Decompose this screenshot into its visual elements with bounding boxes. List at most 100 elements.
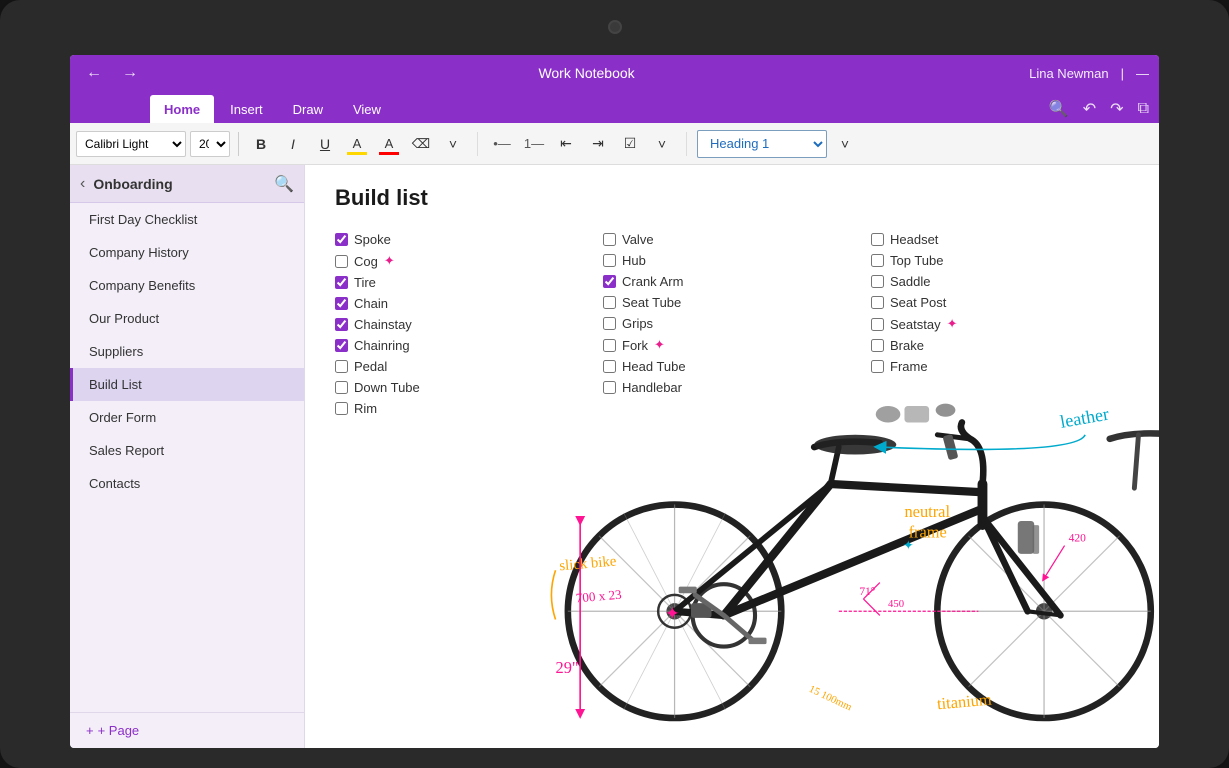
checkbox-grips[interactable] (603, 317, 616, 330)
label-seat-tube: Seat Tube (622, 295, 681, 310)
text-color-button[interactable]: A (375, 130, 403, 158)
checkbox-chainring[interactable] (335, 339, 348, 352)
checkbox-seatstay[interactable] (871, 318, 884, 331)
label-chain: Chain (354, 296, 388, 311)
list-item: Hub (603, 250, 861, 271)
sidebar: ‹ Onboarding 🔍 First Day Checklist Compa… (70, 165, 305, 748)
list-item: Seat Post (871, 292, 1129, 313)
label-cog: Cog (354, 254, 378, 269)
checkbox-button[interactable]: ☑ (616, 130, 644, 158)
separator: | (1121, 66, 1124, 81)
sidebar-item-company-benefits[interactable]: Company Benefits (70, 269, 304, 302)
heading-dropdown-button[interactable]: ˅ (831, 130, 859, 158)
notebook-title: Work Notebook (538, 65, 634, 81)
font-family-select[interactable]: Calibri Light (76, 131, 186, 157)
undo-icon[interactable]: ↶ (1083, 99, 1096, 119)
sidebar-item-our-product[interactable]: Our Product (70, 302, 304, 335)
add-page-icon: + (86, 723, 94, 738)
checkbox-top-tube[interactable] (871, 254, 884, 267)
fullscreen-icon[interactable]: ⧉ (1138, 100, 1149, 118)
font-size-select[interactable]: 20 (190, 131, 230, 157)
checkbox-down-tube[interactable] (335, 381, 348, 394)
svg-text:titanium: titanium (936, 690, 992, 714)
list-item: Tire (335, 272, 593, 293)
ribbon-icons: 🔍 ↶ ↷ ⧉ (1049, 99, 1159, 123)
title-bar: ← → Work Notebook Lina Newman | ― (70, 55, 1159, 91)
svg-text:420: 420 (1069, 533, 1086, 545)
checkbox-headset[interactable] (871, 233, 884, 246)
more-format-button[interactable]: ˅ (439, 130, 467, 158)
label-valve: Valve (622, 232, 654, 247)
add-page-button[interactable]: + + Page (86, 723, 139, 738)
user-info: Lina Newman | ― (1029, 66, 1149, 81)
sidebar-item-contacts[interactable]: Contacts (70, 467, 304, 500)
checkbox-seat-tube[interactable] (603, 296, 616, 309)
clear-format-button[interactable]: ⌫ (407, 130, 435, 158)
label-seat-post: Seat Post (890, 295, 946, 310)
svg-text:29": 29" (556, 658, 579, 677)
underline-button[interactable]: U (311, 130, 339, 158)
list-item: Grips (603, 313, 861, 334)
more-list-button[interactable]: ˅ (648, 130, 676, 158)
label-hub: Hub (622, 253, 646, 268)
label-tire: Tire (354, 275, 376, 290)
forward-button[interactable]: → (116, 59, 144, 87)
tab-home[interactable]: Home (150, 95, 214, 123)
checkbox-saddle[interactable] (871, 275, 884, 288)
list-item: Top Tube (871, 250, 1129, 271)
checkbox-cog[interactable] (335, 255, 348, 268)
redo-icon[interactable]: ↷ (1110, 99, 1123, 119)
checkbox-spoke[interactable] (335, 233, 348, 246)
nav-buttons: ← → (80, 59, 144, 87)
list-item: Valve (603, 229, 861, 250)
back-button[interactable]: ← (80, 59, 108, 87)
svg-text:leather: leather (1059, 404, 1111, 432)
label-seatstay: Seatstay (890, 317, 941, 332)
sidebar-item-suppliers[interactable]: Suppliers (70, 335, 304, 368)
label-chainstay: Chainstay (354, 317, 412, 332)
label-rim: Rim (354, 401, 377, 416)
tab-insert[interactable]: Insert (216, 95, 277, 123)
sidebar-collapse-button[interactable]: ‹ (80, 175, 85, 193)
decrease-indent-button[interactable]: ⇤ (552, 130, 580, 158)
tab-draw[interactable]: Draw (279, 95, 337, 123)
highlight-button[interactable]: A (343, 130, 371, 158)
svg-text:slick bike: slick bike (559, 553, 618, 574)
heading-style-select[interactable]: Heading 1 (697, 130, 827, 158)
sidebar-search-button[interactable]: 🔍 (274, 174, 294, 194)
checkbox-seat-post[interactable] (871, 296, 884, 309)
checkbox-hub[interactable] (603, 254, 616, 267)
checkbox-tire[interactable] (335, 276, 348, 289)
bold-button[interactable]: B (247, 130, 275, 158)
sidebar-item-order-form[interactable]: Order Form (70, 401, 304, 434)
checkbox-rim[interactable] (335, 402, 348, 415)
sidebar-item-first-day[interactable]: First Day Checklist (70, 203, 304, 236)
tab-view[interactable]: View (339, 95, 395, 123)
svg-text:71°: 71° (859, 586, 875, 598)
label-down-tube: Down Tube (354, 380, 420, 395)
numbered-list-button[interactable]: 1— (520, 130, 548, 158)
tablet-frame: ← → Work Notebook Lina Newman | ― Home I… (0, 0, 1229, 768)
label-top-tube: Top Tube (890, 253, 944, 268)
checkbox-crank-arm[interactable] (603, 275, 616, 288)
checkbox-valve[interactable] (603, 233, 616, 246)
checkbox-chainstay[interactable] (335, 318, 348, 331)
label-crank-arm: Crank Arm (622, 274, 683, 289)
increase-indent-button[interactable]: ⇥ (584, 130, 612, 158)
toolbar-separator-2 (477, 132, 478, 156)
main-layout: ‹ Onboarding 🔍 First Day Checklist Compa… (70, 165, 1159, 748)
svg-text:700 x 23: 700 x 23 (575, 587, 623, 606)
label-pedal: Pedal (354, 359, 387, 374)
checkbox-pedal[interactable] (335, 360, 348, 373)
sidebar-item-company-history[interactable]: Company History (70, 236, 304, 269)
italic-button[interactable]: I (279, 130, 307, 158)
checkbox-chain[interactable] (335, 297, 348, 310)
sidebar-item-build-list[interactable]: Build List (70, 368, 304, 401)
label-headset: Headset (890, 232, 938, 247)
search-icon[interactable]: 🔍 (1049, 99, 1069, 119)
sidebar-item-sales-report[interactable]: Sales Report (70, 434, 304, 467)
bullet-list-button[interactable]: •— (488, 130, 516, 158)
minimize-button[interactable]: ― (1136, 66, 1149, 81)
svg-text:✦: ✦ (903, 538, 914, 553)
svg-text:frame: frame (909, 522, 947, 541)
